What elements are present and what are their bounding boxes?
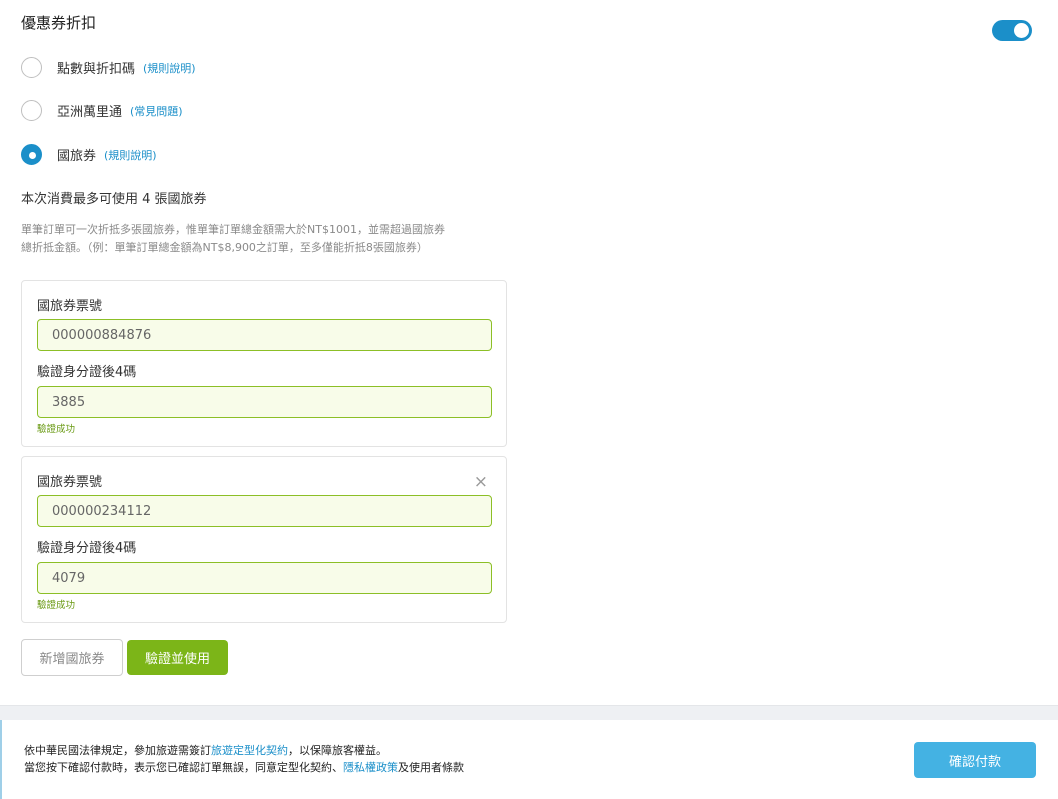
legal-notice: 依中華民國法律規定，參加旅遊需簽訂旅遊定型化契約，以保障旅客權益。 當您按下確認… <box>24 742 464 776</box>
privacy-policy-link[interactable]: 隱私權政策 <box>343 761 398 774</box>
rules-link[interactable]: (規則說明) <box>143 60 196 76</box>
add-voucher-button[interactable]: 新增國旅券 <box>21 639 123 676</box>
option-label: 國旅券 <box>57 149 97 164</box>
voucher-card: 國旅券票號 驗證身分證後4碼 驗證成功 <box>21 280 507 447</box>
confirm-payment-button[interactable]: 確認付款 <box>914 742 1036 778</box>
legal-text: 依中華民國法律規定，參加旅遊需簽訂 <box>24 744 211 757</box>
option-label: 點數與折扣碼 <box>57 62 136 77</box>
id-last4-label: 驗證身分證後4碼 <box>37 365 137 380</box>
legal-line-2: 當您按下確認付款時，表示您已確認訂單無誤，同意定型化契約、隱私權政策及使用者條款 <box>24 759 464 776</box>
legal-line-1: 依中華民國法律規定，參加旅遊需簽訂旅遊定型化契約，以保障旅客權益。 <box>24 742 464 759</box>
voucher-number-input[interactable] <box>37 319 492 351</box>
id-last4-input[interactable] <box>37 562 492 594</box>
travel-contract-link[interactable]: 旅遊定型化契約 <box>211 744 288 757</box>
description-line: 總折抵金額。（例：單筆訂單總金額為NT$8,900之訂單，至多僅能折抵8張國旅券… <box>21 241 428 254</box>
voucher-number-label: 國旅券票號 <box>37 299 103 314</box>
description-line: 單筆訂單可一次折抵多張國旅券，惟單筆訂單總金額需大於NT$1001，並需超過國旅… <box>21 223 445 236</box>
voucher-card: 國旅券票號 × 驗證身分證後4碼 驗證成功 <box>21 456 507 623</box>
id-last4-label: 驗證身分證後4碼 <box>37 541 137 556</box>
legal-text: 及使用者條款 <box>398 761 464 774</box>
radio-button-checked[interactable] <box>21 144 42 165</box>
voucher-number-input[interactable] <box>37 495 492 527</box>
faq-link[interactable]: (常見問題) <box>130 103 183 119</box>
voucher-number-label: 國旅券票號 <box>37 475 103 490</box>
radio-button[interactable] <box>21 57 42 78</box>
verify-success-text: 驗證成功 <box>37 600 76 611</box>
toggle-knob <box>1014 23 1029 38</box>
radio-button[interactable] <box>21 100 42 121</box>
option-travel-voucher[interactable]: 國旅券 (規則說明) <box>21 144 157 165</box>
rules-link[interactable]: (規則說明) <box>104 147 157 163</box>
option-asia-miles[interactable]: 亞洲萬里通 (常見問題) <box>21 100 183 121</box>
verify-and-use-button[interactable]: 驗證並使用 <box>127 640 228 675</box>
option-label: 亞洲萬里通 <box>57 105 123 120</box>
legal-text: ，以保障旅客權益。 <box>288 744 387 757</box>
footer-bar: 依中華民國法律規定，參加旅遊需簽訂旅遊定型化契約，以保障旅客權益。 當您按下確認… <box>0 720 1058 799</box>
legal-text: 當您按下確認付款時，表示您已確認訂單無誤，同意定型化契約、 <box>24 761 343 774</box>
section-title: 優惠券折扣 <box>21 14 97 32</box>
discount-toggle[interactable] <box>992 20 1032 41</box>
section-divider <box>0 705 1058 720</box>
close-icon[interactable]: × <box>474 474 488 491</box>
verify-success-text: 驗證成功 <box>37 424 76 435</box>
voucher-description: 單筆訂單可一次折抵多張國旅券，惟單筆訂單總金額需大於NT$1001，並需超過國旅… <box>21 221 511 257</box>
option-points-discount-code[interactable]: 點數與折扣碼 (規則說明) <box>21 57 196 78</box>
max-voucher-notice: 本次消費最多可使用 4 張國旅券 <box>21 192 207 207</box>
id-last4-input[interactable] <box>37 386 492 418</box>
